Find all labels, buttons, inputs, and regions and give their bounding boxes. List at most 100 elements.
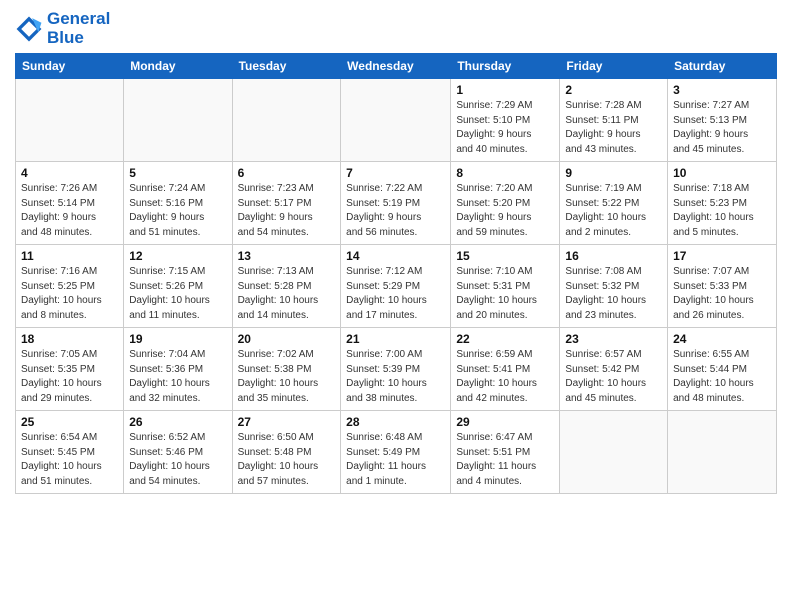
day-info: Sunrise: 6:57 AM Sunset: 5:42 PM Dayligh…: [565, 348, 662, 406]
calendar-cell: [232, 79, 341, 162]
calendar-cell: 12 Sunrise: 7:15 AM Sunset: 5:26 PM Dayli…: [124, 245, 232, 328]
calendar-cell: 21 Sunrise: 7:00 AM Sunset: 5:39 PM Dayli…: [341, 328, 451, 411]
day-number: 28: [346, 415, 445, 429]
day-info: Sunrise: 7:18 AM Sunset: 5:23 PM Dayligh…: [673, 182, 771, 240]
calendar-cell: 20Sunrise: 7:02 AM Sunset: 5:38 PM Dayli…: [232, 328, 341, 411]
day-number: 23: [565, 332, 662, 346]
calendar-cell: [124, 79, 232, 162]
day-info: Sunrise: 7:23 AM Sunset: 5:17 PM Dayligh…: [238, 182, 336, 240]
day-number: 13: [238, 249, 336, 263]
week-row-1: 1 Sunrise: 7:29 AM Sunset: 5:10 PM Daylig…: [16, 79, 777, 162]
calendar-cell: 29 Sunrise: 6:47 AM Sunset: 5:51 PM Dayli…: [451, 411, 560, 494]
calendar-cell: 4 Sunrise: 7:26 AM Sunset: 5:14 PM Daylig…: [16, 162, 124, 245]
day-number: 21: [346, 332, 445, 346]
day-info: Sunrise: 7:26 AM Sunset: 5:14 PM Dayligh…: [21, 182, 118, 240]
calendar-cell: 17 Sunrise: 7:07 AM Sunset: 5:33 PM Dayli…: [668, 245, 777, 328]
week-row-3: 11Sunrise: 7:16 AM Sunset: 5:25 PM Dayli…: [16, 245, 777, 328]
day-info: Sunrise: 7:20 AM Sunset: 5:20 PM Dayligh…: [456, 182, 554, 240]
day-number: 9: [565, 166, 662, 180]
week-row-2: 4 Sunrise: 7:26 AM Sunset: 5:14 PM Daylig…: [16, 162, 777, 245]
weekday-header-sunday: Sunday: [16, 54, 124, 79]
calendar-cell: 18 Sunrise: 7:05 AM Sunset: 5:35 PM Dayli…: [16, 328, 124, 411]
logo-icon: [15, 15, 43, 43]
calendar-cell: 13 Sunrise: 7:13 AM Sunset: 5:28 PM Dayli…: [232, 245, 341, 328]
day-info: Sunrise: 7:10 AM Sunset: 5:31 PM Dayligh…: [456, 265, 554, 323]
weekday-header-saturday: Saturday: [668, 54, 777, 79]
calendar-cell: 25 Sunrise: 6:54 AM Sunset: 5:45 PM Dayli…: [16, 411, 124, 494]
calendar-cell: 27 Sunrise: 6:50 AM Sunset: 5:48 PM Dayli…: [232, 411, 341, 494]
day-number: 19: [129, 332, 226, 346]
calendar-cell: 22 Sunrise: 6:59 AM Sunset: 5:41 PM Dayli…: [451, 328, 560, 411]
week-row-4: 18 Sunrise: 7:05 AM Sunset: 5:35 PM Dayli…: [16, 328, 777, 411]
day-number: 6: [238, 166, 336, 180]
day-info: Sunrise: 7:04 AM Sunset: 5:36 PM Dayligh…: [129, 348, 226, 406]
logo-text: General Blue: [47, 10, 110, 47]
day-number: 27: [238, 415, 336, 429]
day-number: 1: [456, 83, 554, 97]
calendar-cell: 28 Sunrise: 6:48 AM Sunset: 5:49 PM Dayli…: [341, 411, 451, 494]
calendar-cell: [560, 411, 668, 494]
calendar-cell: 11Sunrise: 7:16 AM Sunset: 5:25 PM Dayli…: [16, 245, 124, 328]
day-info: Sunrise: 7:24 AM Sunset: 5:16 PM Dayligh…: [129, 182, 226, 240]
day-number: 18: [21, 332, 118, 346]
day-number: 11: [21, 249, 118, 263]
day-info: Sunrise: 7:15 AM Sunset: 5:26 PM Dayligh…: [129, 265, 226, 323]
day-number: 7: [346, 166, 445, 180]
day-number: 29: [456, 415, 554, 429]
weekday-header-row: SundayMondayTuesdayWednesdayThursdayFrid…: [16, 54, 777, 79]
day-info: Sunrise: 7:05 AM Sunset: 5:35 PM Dayligh…: [21, 348, 118, 406]
day-info: Sunrise: 7:29 AM Sunset: 5:10 PM Dayligh…: [456, 99, 554, 157]
day-info: Sunrise: 7:19 AM Sunset: 5:22 PM Dayligh…: [565, 182, 662, 240]
weekday-header-tuesday: Tuesday: [232, 54, 341, 79]
logo: General Blue: [15, 10, 110, 47]
calendar-cell: 14Sunrise: 7:12 AM Sunset: 5:29 PM Dayli…: [341, 245, 451, 328]
calendar-cell: 3Sunrise: 7:27 AM Sunset: 5:13 PM Daylig…: [668, 79, 777, 162]
day-number: 15: [456, 249, 554, 263]
calendar-cell: 19 Sunrise: 7:04 AM Sunset: 5:36 PM Dayli…: [124, 328, 232, 411]
day-number: 14: [346, 249, 445, 263]
calendar-cell: [668, 411, 777, 494]
day-info: Sunrise: 7:28 AM Sunset: 5:11 PM Dayligh…: [565, 99, 662, 157]
day-number: 5: [129, 166, 226, 180]
calendar-cell: 1 Sunrise: 7:29 AM Sunset: 5:10 PM Daylig…: [451, 79, 560, 162]
day-info: Sunrise: 7:00 AM Sunset: 5:39 PM Dayligh…: [346, 348, 445, 406]
day-number: 22: [456, 332, 554, 346]
weekday-header-wednesday: Wednesday: [341, 54, 451, 79]
calendar-cell: 2Sunrise: 7:28 AM Sunset: 5:11 PM Daylig…: [560, 79, 668, 162]
day-info: Sunrise: 6:54 AM Sunset: 5:45 PM Dayligh…: [21, 431, 118, 489]
day-number: 16: [565, 249, 662, 263]
day-number: 24: [673, 332, 771, 346]
day-number: 17: [673, 249, 771, 263]
day-number: 8: [456, 166, 554, 180]
calendar-cell: 26 Sunrise: 6:52 AM Sunset: 5:46 PM Dayli…: [124, 411, 232, 494]
calendar-cell: 7Sunrise: 7:22 AM Sunset: 5:19 PM Daylig…: [341, 162, 451, 245]
day-info: Sunrise: 7:13 AM Sunset: 5:28 PM Dayligh…: [238, 265, 336, 323]
calendar-cell: 24Sunrise: 6:55 AM Sunset: 5:44 PM Dayli…: [668, 328, 777, 411]
weekday-header-friday: Friday: [560, 54, 668, 79]
page-container: General Blue SundayMondayTuesdayWednesda…: [0, 0, 792, 504]
day-info: Sunrise: 7:07 AM Sunset: 5:33 PM Dayligh…: [673, 265, 771, 323]
calendar: SundayMondayTuesdayWednesdayThursdayFrid…: [15, 53, 777, 494]
calendar-cell: 5 Sunrise: 7:24 AM Sunset: 5:16 PM Daylig…: [124, 162, 232, 245]
day-info: Sunrise: 7:02 AM Sunset: 5:38 PM Dayligh…: [238, 348, 336, 406]
day-number: 4: [21, 166, 118, 180]
calendar-cell: [16, 79, 124, 162]
day-info: Sunrise: 6:48 AM Sunset: 5:49 PM Dayligh…: [346, 431, 445, 489]
calendar-cell: 23 Sunrise: 6:57 AM Sunset: 5:42 PM Dayli…: [560, 328, 668, 411]
weekday-header-monday: Monday: [124, 54, 232, 79]
day-number: 12: [129, 249, 226, 263]
day-info: Sunrise: 6:59 AM Sunset: 5:41 PM Dayligh…: [456, 348, 554, 406]
day-number: 10: [673, 166, 771, 180]
calendar-cell: 9 Sunrise: 7:19 AM Sunset: 5:22 PM Daylig…: [560, 162, 668, 245]
header: General Blue: [15, 10, 777, 47]
calendar-cell: 15 Sunrise: 7:10 AM Sunset: 5:31 PM Dayli…: [451, 245, 560, 328]
day-info: Sunrise: 7:27 AM Sunset: 5:13 PM Dayligh…: [673, 99, 771, 157]
day-number: 26: [129, 415, 226, 429]
week-row-5: 25 Sunrise: 6:54 AM Sunset: 5:45 PM Dayli…: [16, 411, 777, 494]
day-info: Sunrise: 6:52 AM Sunset: 5:46 PM Dayligh…: [129, 431, 226, 489]
day-info: Sunrise: 6:47 AM Sunset: 5:51 PM Dayligh…: [456, 431, 554, 489]
day-info: Sunrise: 7:08 AM Sunset: 5:32 PM Dayligh…: [565, 265, 662, 323]
day-info: Sunrise: 6:50 AM Sunset: 5:48 PM Dayligh…: [238, 431, 336, 489]
day-number: 25: [21, 415, 118, 429]
calendar-cell: 16 Sunrise: 7:08 AM Sunset: 5:32 PM Dayli…: [560, 245, 668, 328]
